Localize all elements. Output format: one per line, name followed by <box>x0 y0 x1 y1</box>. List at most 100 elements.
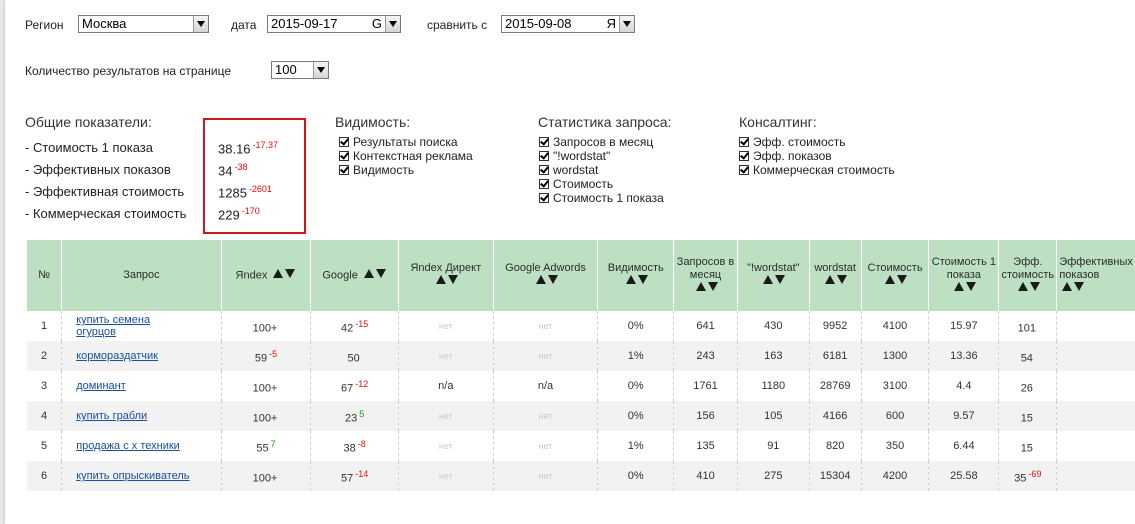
visibility-option[interactable]: Результаты поиска <box>339 136 458 149</box>
col-header-google[interactable]: Google <box>310 240 399 311</box>
checkbox-checked-icon[interactable] <box>339 137 349 147</box>
query-stats-option[interactable]: Запросов в месяц <box>539 136 653 149</box>
col-header-visibility[interactable]: Видимость <box>597 240 674 311</box>
sort-arrows-icon[interactable] <box>953 281 977 295</box>
col-header-month-queries[interactable]: Запросов в месяц <box>673 240 738 311</box>
delta-badge: -5 <box>269 348 278 359</box>
sort-arrows-icon[interactable] <box>884 275 908 288</box>
adwords-cell: n/a <box>492 371 598 401</box>
col-header-eff-cost[interactable]: Эфф. стоимость <box>998 240 1057 311</box>
month-queries-cell: 410 <box>673 461 738 491</box>
checkbox-checked-icon[interactable] <box>539 137 549 147</box>
adwords-cell: нет <box>492 461 598 491</box>
cost-cell: 4100 <box>860 311 929 341</box>
consulting-option[interactable]: Эфф. стоимость <box>739 136 845 149</box>
delta-badge: 5 <box>359 408 365 419</box>
checkbox-checked-icon[interactable] <box>739 151 749 161</box>
sort-arrows-icon[interactable] <box>762 275 786 288</box>
delta-badge: -15 <box>355 318 369 329</box>
consulting-option[interactable]: Эфф. показов <box>739 150 832 163</box>
checkbox-checked-icon[interactable] <box>539 151 549 161</box>
yandex-direct-cell: нет <box>397 341 494 371</box>
query-stats-option[interactable]: "!wordstat" <box>539 150 610 163</box>
checkbox-checked-icon[interactable] <box>739 137 749 147</box>
wordstat-quoted-cell: 1180 <box>736 371 810 401</box>
query-link[interactable]: продажа с х техники <box>76 440 180 452</box>
row-number: 3 <box>41 380 48 392</box>
yandex-position: 100+ <box>220 311 311 341</box>
query-link[interactable]: купить опрыскиватель <box>76 470 189 482</box>
query-link[interactable]: купить грабли <box>76 410 147 422</box>
region-select[interactable]: Москва <box>78 15 209 33</box>
date-label: дата <box>231 18 257 32</box>
month-queries-cell: 156 <box>673 401 738 431</box>
adwords-cell: нет <box>492 311 598 341</box>
checkbox-checked-icon[interactable] <box>539 193 549 203</box>
col-header-wordstat-quoted[interactable]: "!wordstat" <box>736 240 810 311</box>
compare-date-select[interactable]: 2015-09-08 Я <box>501 15 635 33</box>
cost-per-impression-cell: 4.4 <box>928 371 999 401</box>
visibility-cell: 1% <box>597 341 674 371</box>
chevron-down-icon[interactable] <box>193 16 208 32</box>
sort-arrows-icon[interactable] <box>435 275 459 288</box>
checkbox-checked-icon[interactable] <box>339 165 349 175</box>
summary-highlight-box <box>203 118 306 234</box>
query-cell: купить семена огурцов <box>61 311 222 341</box>
eff-impressions-cell <box>1056 401 1135 431</box>
visibility-option[interactable]: Контекстная реклама <box>339 150 473 163</box>
visibility-cell: 1% <box>597 431 674 461</box>
query-stats-title: Статистика запроса: <box>538 114 672 130</box>
checkbox-checked-icon[interactable] <box>539 165 549 175</box>
col-header-wordstat[interactable]: wordstat <box>808 240 862 311</box>
adwords-cell: нет <box>492 401 598 431</box>
per-page-select[interactable]: 100 <box>271 61 329 79</box>
yandex-direct-cell: n/a <box>397 371 494 401</box>
col-header-google-adwords[interactable]: Google Adwords <box>492 240 598 311</box>
checkbox-checked-icon[interactable] <box>539 179 549 189</box>
query-link[interactable]: кормораздатчик <box>76 350 158 362</box>
delta-badge: -69 <box>1028 468 1042 479</box>
col-header-yandex[interactable]: Яndex <box>220 240 311 311</box>
sort-arrows-icon[interactable] <box>824 275 848 288</box>
eff-cost-cell: 26 <box>998 371 1057 401</box>
google-position: 50 <box>310 341 399 371</box>
sort-arrows-icon[interactable] <box>625 275 649 288</box>
col-header-cost[interactable]: Стоимость <box>860 240 929 311</box>
query-cell: кормораздатчик <box>61 341 222 371</box>
query-link[interactable]: доминант <box>76 380 126 392</box>
cost-per-impression-cell: 15.97 <box>928 311 999 341</box>
checkbox-checked-icon[interactable] <box>739 165 749 175</box>
month-queries-cell: 243 <box>673 341 738 371</box>
cost-per-impression-cell: 25.58 <box>928 461 999 491</box>
sort-arrows-icon[interactable] <box>272 268 296 282</box>
col-header-eff-impressions[interactable]: Эффективных показов <box>1056 240 1135 311</box>
query-link[interactable]: купить семена огурцов <box>76 314 186 338</box>
yandex-direct-cell: нет <box>397 431 494 461</box>
query-stats-option[interactable]: wordstat <box>539 164 598 177</box>
google-position: 23 5 <box>310 401 399 431</box>
visibility-cell: 0% <box>597 311 674 341</box>
sort-arrows-icon[interactable] <box>1017 281 1041 295</box>
chevron-down-icon[interactable] <box>313 62 328 78</box>
sort-arrows-icon[interactable] <box>535 275 559 288</box>
sort-arrows-icon[interactable] <box>695 281 719 295</box>
row-number: 2 <box>27 341 62 371</box>
google-position: 38 -8 <box>310 431 399 461</box>
query-stats-option[interactable]: Стоимость 1 показа <box>539 192 664 205</box>
query-stats-option[interactable]: Стоимость <box>539 178 613 191</box>
visibility-cell: 0% <box>597 401 674 431</box>
chevron-down-icon[interactable] <box>385 16 400 32</box>
col-header-cost-per-impression[interactable]: Стоимость 1 показа <box>928 240 999 311</box>
col-header-yandex-direct[interactable]: Яndex Директ <box>397 240 494 311</box>
visibility-option[interactable]: Видимость <box>339 164 414 177</box>
consulting-option[interactable]: Коммерческая стоимость <box>739 164 895 177</box>
query-cell: купить грабли <box>61 401 222 431</box>
checkbox-checked-icon[interactable] <box>339 151 349 161</box>
cost-cell: 1300 <box>860 341 929 371</box>
sort-arrows-icon[interactable] <box>363 268 387 282</box>
chevron-down-icon[interactable] <box>619 16 634 32</box>
yandex-position: 100+ <box>220 461 311 491</box>
yandex-position: 100+ <box>220 401 311 431</box>
sort-arrows-icon[interactable] <box>1061 281 1085 295</box>
date-select[interactable]: 2015-09-17 G <box>267 15 401 33</box>
